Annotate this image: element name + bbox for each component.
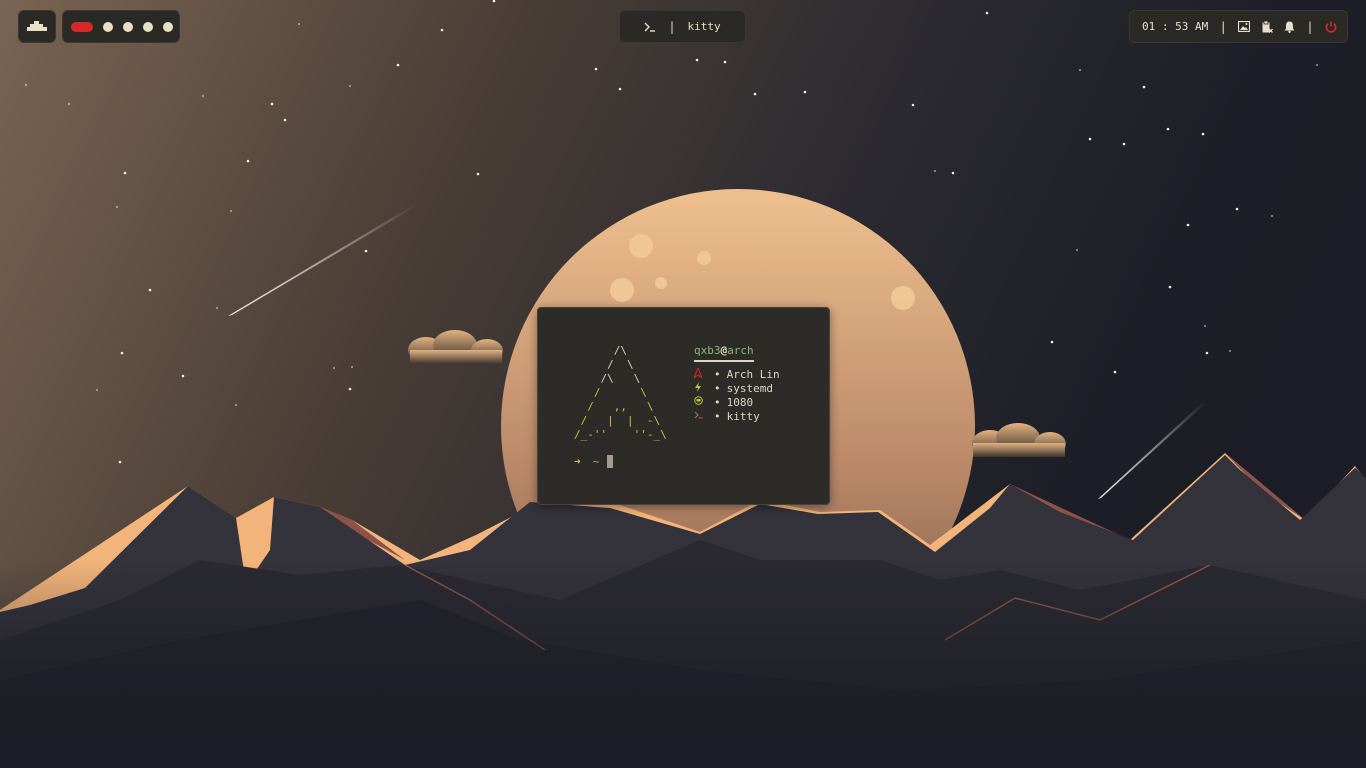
ascii-logo-top: /\ / \ /\ \ xyxy=(600,344,641,385)
arch-icon xyxy=(692,366,714,383)
window-title: kitty xyxy=(687,20,721,33)
info-row-resolution: • 1080 xyxy=(694,396,780,410)
prompt-arrow: ➜ xyxy=(574,455,581,468)
workspace-3[interactable] xyxy=(123,21,133,32)
info-row-terminal: • kitty xyxy=(694,410,780,424)
info-value-terminal: kitty xyxy=(726,410,760,423)
username: qxb3 xyxy=(694,344,721,357)
bell-icon[interactable] xyxy=(1284,21,1295,33)
workspace-4[interactable] xyxy=(143,21,153,32)
flash-icon xyxy=(694,381,714,397)
workspace-5[interactable] xyxy=(163,21,173,32)
text-cursor xyxy=(607,455,614,468)
active-window-indicator[interactable]: | kitty xyxy=(619,10,746,43)
prompt-icon xyxy=(694,410,714,424)
ascii-logo: /\ / \ /\ \ / \ / ,, \ / | | -\ /_-'' ''… xyxy=(574,344,667,442)
workspace-2[interactable] xyxy=(103,21,113,32)
status-separator-1: | xyxy=(1219,19,1227,34)
info-bullet: • xyxy=(714,396,721,409)
cloud-right xyxy=(972,423,1066,457)
meteor-left xyxy=(228,204,417,316)
clock[interactable]: 01 : 53 AM xyxy=(1142,20,1208,33)
ship-icon xyxy=(27,20,47,33)
info-value-init: systemd xyxy=(726,382,773,395)
info-row-init: • systemd xyxy=(694,381,780,397)
launcher-button[interactable] xyxy=(18,10,56,43)
status-separator-2: | xyxy=(1306,19,1314,34)
info-value-resolution: 1080 xyxy=(726,396,754,409)
user-host: qxb3@arch xyxy=(694,344,754,362)
hostname: arch xyxy=(727,344,754,357)
meteor-right xyxy=(1098,402,1205,499)
power-icon[interactable] xyxy=(1325,21,1337,33)
shell-prompt[interactable]: ➜ ~ xyxy=(574,455,614,468)
info-bullet: • xyxy=(714,410,721,423)
info-bullet: • xyxy=(714,382,721,395)
workspace-1[interactable] xyxy=(71,21,93,32)
info-bullet: • xyxy=(714,368,721,381)
status-area: 01 : 53 AM | | xyxy=(1129,10,1348,43)
monitor-icon xyxy=(694,396,714,410)
screenshot-icon[interactable] xyxy=(1238,21,1251,32)
workspace-switcher xyxy=(62,10,180,43)
desktop: | kitty 01 : 53 AM | | /\ / \ /\ \ / \ /… xyxy=(0,0,1366,768)
info-row-os: • Arch Lin xyxy=(692,366,780,383)
terminal-icon xyxy=(644,22,656,32)
system-info: qxb3@arch • Arch Lin • systemd • 1080 • … xyxy=(692,344,780,424)
clipboard-icon[interactable] xyxy=(1262,20,1273,33)
ascii-logo-bottom: / \ / ,, \ / | | -\ /_-'' ''-_\ xyxy=(574,386,667,441)
prompt-directory: ~ xyxy=(592,455,600,468)
terminal-window[interactable]: /\ / \ /\ \ / \ / ,, \ / | | -\ /_-'' ''… xyxy=(537,307,830,505)
cloud-left xyxy=(408,330,503,364)
info-value-os: Arch Lin xyxy=(726,368,780,381)
window-title-separator: | xyxy=(668,19,676,34)
